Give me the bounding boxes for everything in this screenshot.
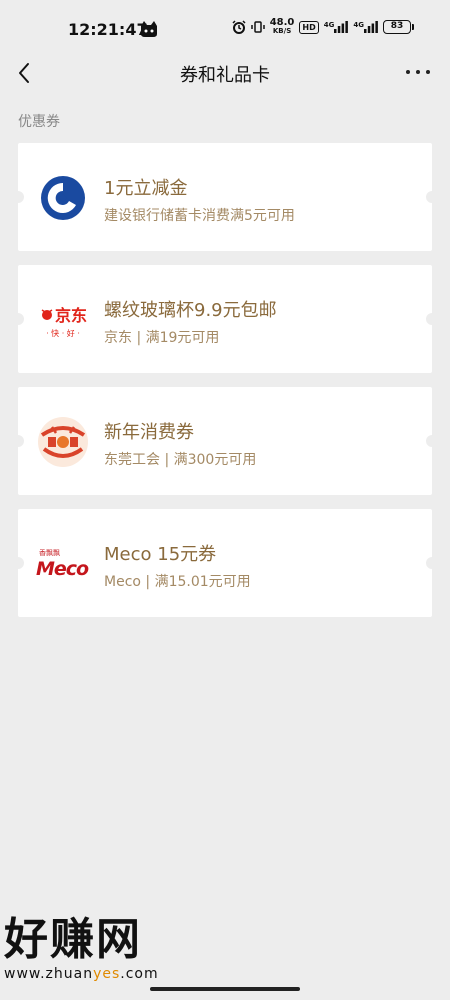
vibrate-icon — [250, 20, 265, 34]
dongguan-union-seal-icon — [36, 415, 90, 469]
network-speed-unit: KB/S — [272, 27, 292, 35]
more-dot — [416, 70, 420, 74]
signal-2-label: 4G — [353, 21, 364, 29]
coupon-card[interactable]: 香飘飘 Meco Meco 15元券 Meco | 满15.01元可用 — [12, 509, 438, 617]
coupon-title: 螺纹玻璃杯9.9元包邮 — [104, 300, 277, 321]
watermark-url-prefix: www.zhuan — [4, 966, 94, 982]
home-indicator[interactable] — [150, 987, 300, 991]
jd-logo-text: 京东 — [54, 305, 87, 325]
ccb-logo-icon — [36, 171, 90, 225]
meco-logo-text: Meco — [36, 558, 89, 580]
meco-logo-tagline: 香飘飘 — [39, 549, 60, 557]
coupon-title: Meco 15元券 — [104, 544, 217, 565]
status-time: 12:21:47 — [68, 20, 148, 39]
watermark-url-suffix: .com — [120, 966, 159, 982]
coupon-card[interactable]: 1元立减金 建设银行储蓄卡消费满5元可用 — [12, 143, 438, 251]
nav-bar: 券和礼品卡 — [0, 50, 450, 96]
more-dot — [406, 70, 410, 74]
coupon-subtitle: 东莞工会 | 满300元可用 — [104, 452, 257, 468]
jd-logo-icon: 京东 · 快 · 好 · — [36, 293, 90, 347]
watermark-big-text: 好赚网 — [4, 914, 142, 965]
network-speed: 48.0 KB/S — [270, 18, 295, 36]
watermark: 好赚网 www.zhuanyes.com — [4, 916, 204, 988]
page-title: 券和礼品卡 — [180, 65, 270, 86]
status-right-group: 48.0 KB/S HD 4G 4G 83 — [232, 18, 414, 36]
section-label-coupons: 优惠券 — [18, 114, 60, 130]
alarm-icon — [232, 20, 246, 34]
jd-logo-tagline: · 快 · 好 · — [46, 328, 80, 338]
signal-1-icon: 4G — [324, 21, 349, 33]
coupon-card[interactable]: 京东 · 快 · 好 · 螺纹玻璃杯9.9元包邮 京东 | 满19元可用 — [12, 265, 438, 373]
watermark-url-highlight: yes — [93, 966, 121, 982]
coupon-subtitle: 建设银行储蓄卡消费满5元可用 — [104, 208, 295, 224]
signal-2-icon: 4G — [353, 21, 378, 33]
battery-icon: 83 — [383, 20, 414, 34]
coupon-title: 新年消费券 — [104, 422, 194, 443]
coupon-subtitle: Meco | 满15.01元可用 — [104, 574, 251, 590]
meco-logo-icon: 香飘飘 Meco — [36, 537, 90, 591]
coupon-subtitle: 京东 | 满19元可用 — [104, 330, 220, 346]
status-bar: 12:21:47 48.0 KB/S HD 4G 4G 83 — [0, 0, 450, 56]
coupon-card[interactable]: 新年消费券 东莞工会 | 满300元可用 — [12, 387, 438, 495]
coupon-title: 1元立减金 — [104, 178, 188, 199]
watermark-url: www.zhuanyes.com — [4, 966, 204, 982]
network-speed-value: 48.0 — [269, 17, 295, 28]
more-button[interactable] — [406, 62, 430, 82]
hd-badge: HD — [299, 20, 319, 34]
signal-1-label: 4G — [323, 21, 335, 29]
coupon-list: 1元立减金 建设银行储蓄卡消费满5元可用 京东 · 快 · 好 · 螺纹玻璃杯9… — [12, 143, 438, 631]
battery-level: 83 — [383, 20, 411, 34]
cat-icon — [139, 20, 159, 38]
more-dot — [426, 70, 430, 74]
